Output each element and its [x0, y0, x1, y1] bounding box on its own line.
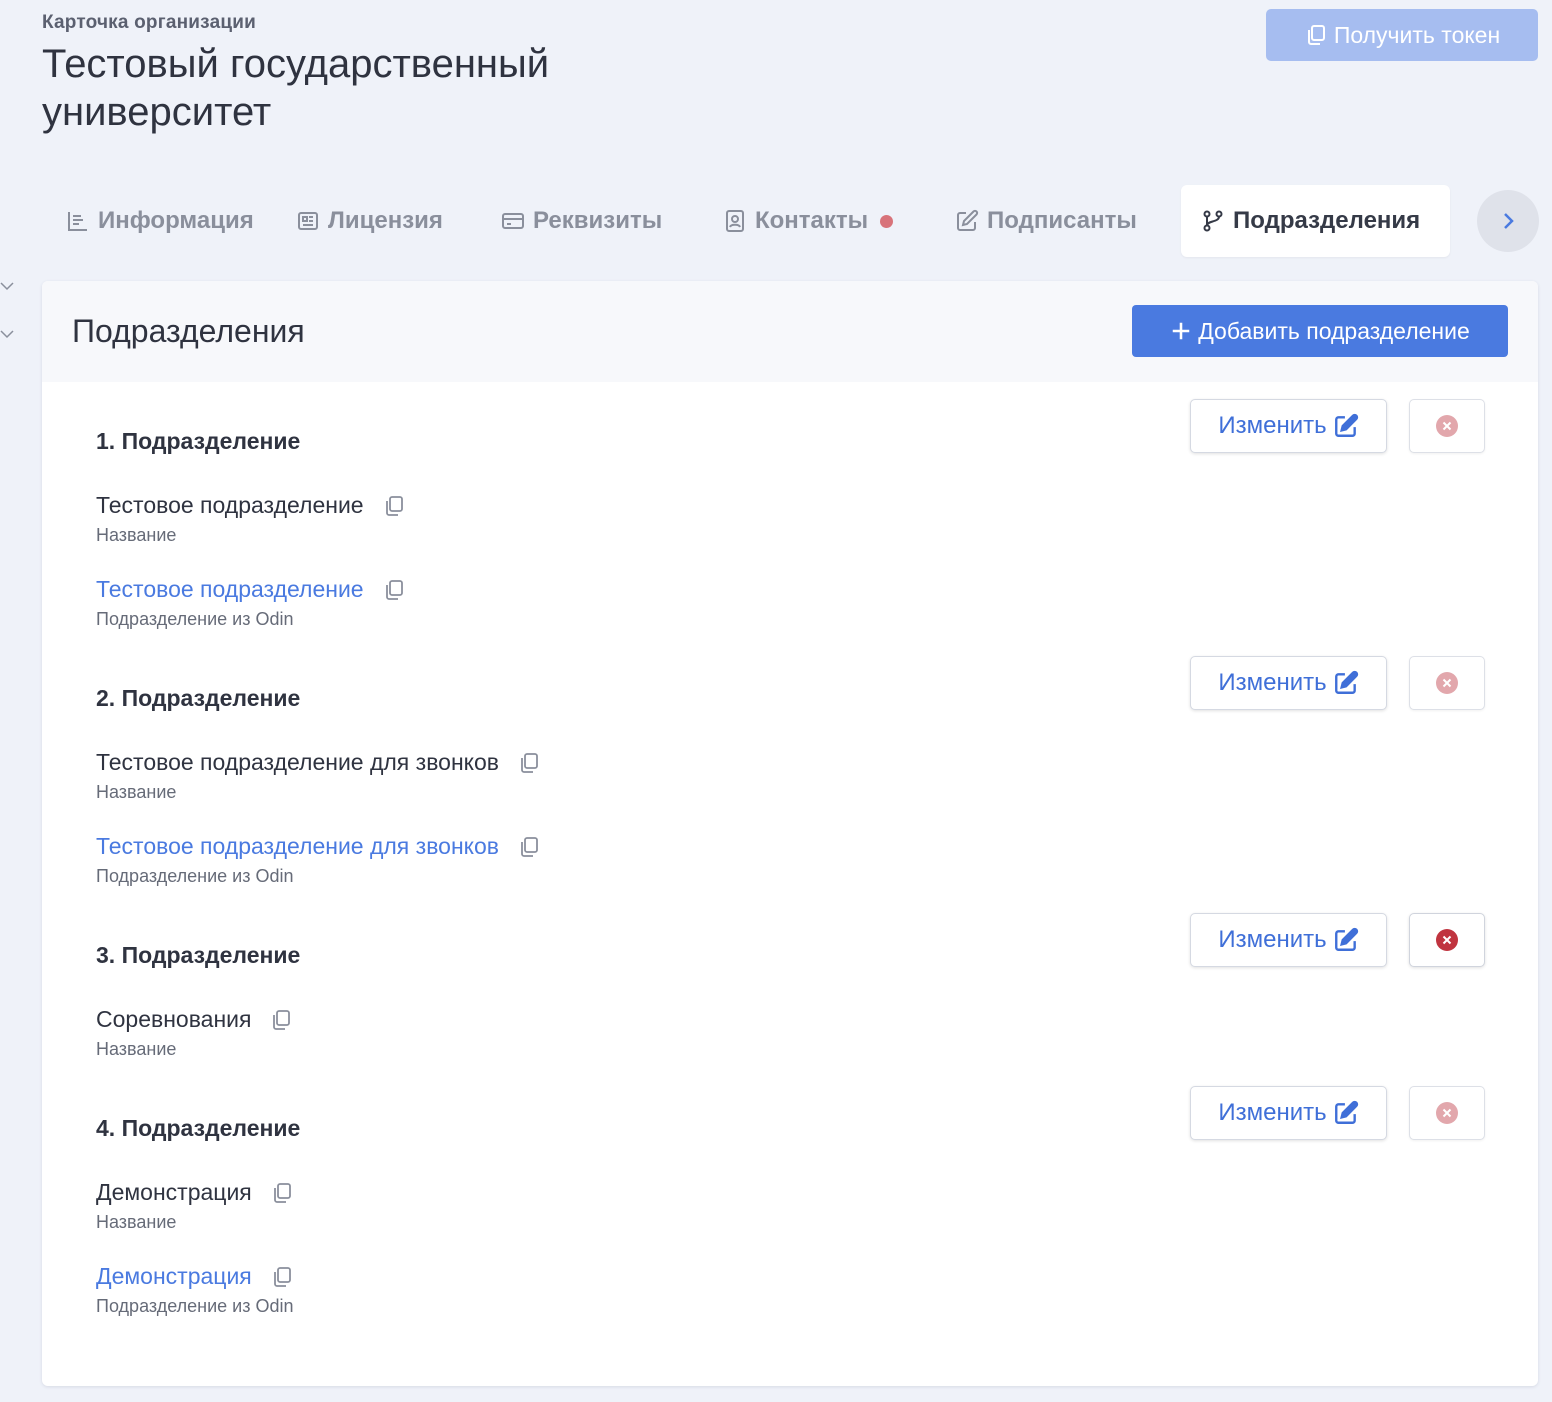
close-circle-icon [1436, 672, 1458, 694]
name-value: Соревнования [96, 1006, 252, 1032]
close-circle-icon [1436, 929, 1458, 951]
name-value-row: Соревнования [96, 1006, 293, 1033]
chevron-down-icon[interactable] [0, 280, 14, 292]
card-header: Подразделения Добавить подразделение [42, 281, 1538, 382]
name-field: Соревнования Название [96, 1006, 293, 1060]
odin-link[interactable]: Тестовое подразделение для звонков [96, 833, 499, 860]
name-field: Тестовое подразделение Название [96, 492, 406, 546]
delete-button[interactable] [1409, 1086, 1485, 1140]
copy-icon[interactable] [382, 494, 406, 518]
copy-icon [1307, 25, 1325, 45]
subdivision-title: 4. Подразделение [96, 1115, 301, 1141]
tab-label: Подписанты [987, 207, 1137, 234]
copy-icon[interactable] [382, 578, 406, 602]
edit-icon [1334, 927, 1358, 951]
add-subdivision-label: Добавить подразделение [1198, 317, 1470, 344]
name-value-row: Тестовое подразделение для звонков [96, 749, 541, 776]
close-circle-icon [1436, 1102, 1458, 1124]
add-subdivision-button[interactable]: Добавить подразделение [1132, 305, 1508, 357]
odin-link[interactable]: Тестовое подразделение [96, 576, 364, 603]
tab-signatories[interactable]: Подписанты [935, 185, 1181, 257]
credit-card-icon [502, 213, 524, 229]
tabs-next-button[interactable] [1477, 190, 1539, 252]
name-label: Название [96, 525, 177, 545]
notification-dot [880, 214, 894, 228]
name-label: Название [96, 782, 177, 802]
copy-icon[interactable] [269, 1008, 293, 1032]
tab-label: Контакты [755, 207, 869, 234]
name-label: Название [96, 1212, 177, 1232]
breadcrumb: Карточка организации [42, 12, 256, 33]
edit-button[interactable]: Изменить [1190, 656, 1387, 710]
tab-label: Подразделения [1233, 207, 1421, 234]
edit-icon [1334, 670, 1358, 694]
chevron-right-icon [1504, 213, 1514, 229]
close-circle-icon [1436, 415, 1458, 437]
tab-requisites[interactable]: Реквизиты [481, 185, 703, 257]
edit-label: Изменить [1218, 926, 1327, 953]
odin-value-row[interactable]: Тестовое подразделение [96, 576, 406, 603]
delete-button[interactable] [1409, 913, 1485, 967]
contact-icon [726, 210, 744, 232]
chevron-down-icon[interactable] [0, 328, 14, 340]
odin-link[interactable]: Демонстрация [96, 1263, 252, 1290]
tab-subdivisions[interactable]: Подразделения [1181, 185, 1450, 257]
branch-icon [1203, 210, 1223, 232]
name-value: Тестовое подразделение для звонков [96, 749, 499, 775]
name-value-row: Тестовое подразделение [96, 492, 406, 519]
odin-field: Демонстрация Подразделение из Odin [96, 1263, 294, 1317]
page-title: Тестовый государственный университет [42, 42, 550, 134]
chart-icon [68, 212, 87, 231]
newspaper-icon [298, 212, 318, 230]
odin-label: Подразделение из Odin [96, 866, 294, 886]
name-field: Тестовое подразделение для звонков Назва… [96, 749, 541, 803]
name-value: Тестовое подразделение [96, 492, 364, 518]
delete-button[interactable] [1409, 399, 1485, 453]
get-token-label: Получить токен [1333, 21, 1501, 48]
subdivision-title: 1. Подразделение [96, 428, 301, 454]
odin-value-row[interactable]: Тестовое подразделение для звонков [96, 833, 541, 860]
tab-information[interactable]: Информация [46, 185, 276, 257]
copy-icon[interactable] [270, 1181, 294, 1205]
odin-value-row[interactable]: Демонстрация [96, 1263, 294, 1290]
get-token-button[interactable]: Получить токен [1266, 9, 1538, 61]
edit-label: Изменить [1218, 412, 1327, 439]
edit-icon [1334, 1100, 1358, 1124]
edit-button[interactable]: Изменить [1190, 913, 1387, 967]
odin-label: Подразделение из Odin [96, 609, 294, 629]
copy-icon[interactable] [517, 751, 541, 775]
pen-square-icon [957, 209, 979, 231]
plus-icon [1172, 322, 1190, 340]
delete-button[interactable] [1409, 656, 1485, 710]
name-label: Название [96, 1039, 177, 1059]
subdivision-title: 3. Подразделение [96, 942, 301, 968]
tab-bar: Информация Лицензия Реквизиты Контакты П… [46, 185, 1552, 257]
copy-icon[interactable] [270, 1265, 294, 1289]
edit-button[interactable]: Изменить [1190, 399, 1387, 453]
name-field: Демонстрация Название [96, 1179, 294, 1233]
tab-label: Лицензия [328, 207, 443, 234]
subdivision-title: 2. Подразделение [96, 685, 301, 711]
copy-icon[interactable] [517, 835, 541, 859]
subdivisions-card: Подразделения Добавить подразделение 1. … [42, 281, 1538, 1386]
odin-label: Подразделение из Odin [96, 1296, 294, 1316]
edit-icon [1334, 413, 1358, 437]
name-value-row: Демонстрация [96, 1179, 294, 1206]
odin-field: Тестовое подразделение Подразделение из … [96, 576, 406, 630]
edit-label: Изменить [1218, 669, 1327, 696]
edit-label: Изменить [1218, 1099, 1327, 1126]
tab-label: Информация [98, 207, 254, 234]
tab-license[interactable]: Лицензия [276, 185, 481, 257]
name-value: Демонстрация [96, 1179, 252, 1205]
tab-label: Реквизиты [533, 207, 663, 234]
edit-button[interactable]: Изменить [1190, 1086, 1387, 1140]
odin-field: Тестовое подразделение для звонков Подра… [96, 833, 541, 887]
tab-contacts[interactable]: Контакты [703, 185, 935, 257]
card-title: Подразделения [72, 313, 305, 349]
